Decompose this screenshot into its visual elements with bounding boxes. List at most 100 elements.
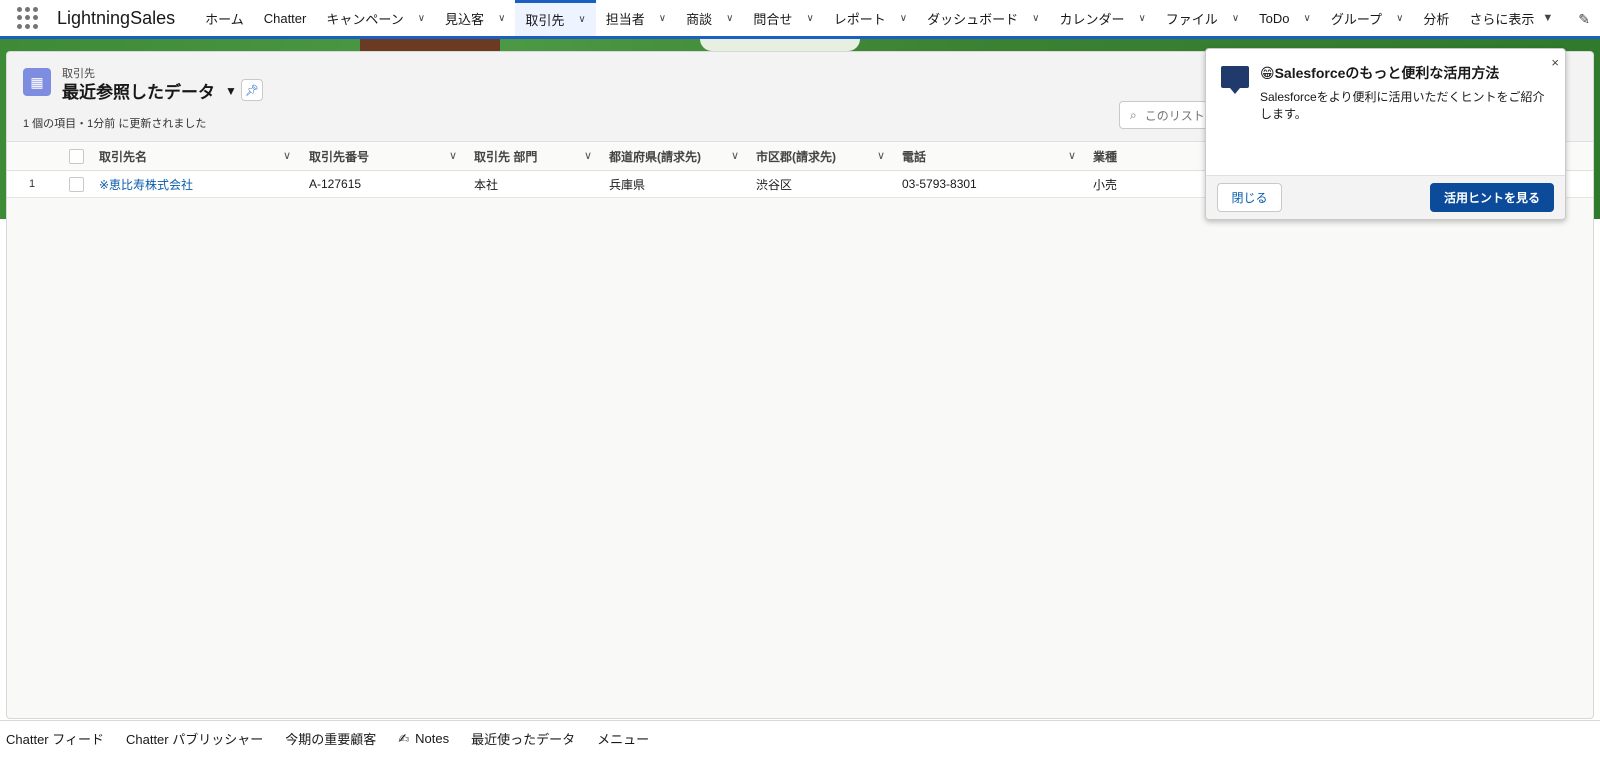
utility-menu[interactable]: メニュー	[597, 729, 649, 748]
close-button[interactable]: 閉じる	[1217, 183, 1282, 212]
phone-cell: 03-5793-8301	[902, 177, 977, 191]
hints-popover: × 😁Salesforceのもっと便利な活用方法 Salesforceをより便利…	[1205, 48, 1566, 220]
chevron-down-icon[interactable]: ∨	[578, 14, 585, 25]
chevron-down-icon[interactable]: ∨	[283, 149, 291, 162]
chevron-down-icon[interactable]: ∨	[806, 13, 813, 24]
nav-tab-reports[interactable]: レポート ∨	[824, 0, 917, 36]
row-number: 1	[29, 178, 36, 190]
nav-tab-label: レポート	[833, 11, 886, 27]
nav-tab-campaigns[interactable]: キャンペーン ∨	[316, 0, 435, 36]
banner-decoration	[700, 39, 860, 51]
nav-tab-label: 取引先	[525, 13, 565, 28]
chevron-down-icon[interactable]: ∨	[1032, 13, 1039, 24]
pin-icon: 📌︎	[245, 84, 259, 97]
utility-chatter-publisher[interactable]: Chatter パブリッシャー	[126, 729, 263, 748]
list-view-meta: 1 個の項目・1分前 に更新されました	[23, 118, 207, 130]
city-cell: 渋谷区	[756, 177, 793, 192]
column-header-division[interactable]: 取引先 部門	[474, 142, 537, 170]
chevron-down-icon[interactable]: ∨	[659, 13, 666, 24]
list-search-input[interactable]: ⌕ このリスト	[1119, 101, 1219, 129]
utility-label: メニュー	[597, 732, 650, 747]
utility-label: Notes	[415, 731, 450, 746]
column-header-account-name[interactable]: 取引先名	[99, 142, 147, 170]
search-placeholder: このリスト	[1144, 108, 1205, 123]
chevron-down-icon[interactable]: ∨	[584, 149, 592, 162]
nav-tab-home[interactable]: ホーム	[195, 0, 254, 36]
nav-tab-label: ToDo	[1259, 10, 1290, 26]
chevron-down-icon[interactable]: ∨	[1068, 149, 1076, 162]
utility-key-customers[interactable]: 今期の重要顧客	[285, 729, 376, 748]
chevron-down-icon[interactable]: ∨	[900, 13, 907, 24]
row-checkbox[interactable]	[69, 176, 84, 192]
column-header-city[interactable]: 市区郡(請求先)	[756, 142, 836, 170]
utility-label: 最近使ったデータ	[471, 732, 576, 747]
nav-tab-groups[interactable]: グループ ∨	[1321, 0, 1414, 36]
caret-down-icon: ▼	[1542, 12, 1554, 24]
chevron-down-icon[interactable]: ∨	[726, 13, 733, 24]
list-view-title: 最近参照したデータ	[62, 83, 215, 102]
chevron-down-icon[interactable]: ∨	[1396, 13, 1403, 24]
industry-cell: 小売	[1093, 177, 1118, 192]
column-header-prefecture[interactable]: 都道府県(請求先)	[609, 142, 701, 170]
nav-tab-cases[interactable]: 問合せ ∨	[743, 0, 823, 36]
utility-notes[interactable]: ✍ Notes	[398, 731, 449, 747]
column-label: 取引先 部門	[474, 149, 538, 164]
column-label: 取引先番号	[309, 149, 370, 164]
nav-tab-label: ダッシュボード	[927, 11, 1019, 27]
utility-label: Chatter パブリッシャー	[125, 732, 264, 747]
chevron-down-icon[interactable]: ∨	[1232, 13, 1239, 24]
pin-list-view-button[interactable]: 📌︎	[241, 79, 263, 101]
nav-tab-label: 担当者	[605, 11, 645, 27]
column-label: 市区郡(請求先)	[756, 149, 836, 164]
caret-down-icon[interactable]: ▼	[225, 84, 237, 98]
nav-tab-opportunities[interactable]: 商談 ∨	[676, 0, 743, 36]
select-all-checkbox[interactable]	[69, 148, 84, 164]
nav-more-label: さらに表示	[1469, 11, 1535, 27]
nav-tab-label: カレンダー	[1059, 11, 1125, 27]
nav-tab-calendar[interactable]: カレンダー ∨	[1049, 0, 1155, 36]
chevron-down-icon[interactable]: ∨	[418, 13, 425, 24]
edit-nav-icon[interactable]: ✎	[1578, 11, 1590, 28]
nav-tab-dashboards[interactable]: ダッシュボード ∨	[917, 0, 1049, 36]
column-header-industry[interactable]: 業種	[1093, 142, 1117, 170]
chevron-down-icon[interactable]: ∨	[1304, 13, 1311, 24]
column-header-account-number[interactable]: 取引先番号	[309, 142, 369, 170]
chevron-down-icon[interactable]: ∨	[1138, 13, 1145, 24]
nav-tab-label: 商談	[686, 11, 713, 27]
app-launcher-icon[interactable]	[17, 7, 39, 29]
close-icon[interactable]: ×	[1551, 55, 1559, 70]
utility-chatter-feed[interactable]: Chatter フィード	[6, 729, 104, 748]
nav-tab-todo[interactable]: ToDo ∨	[1249, 0, 1321, 36]
utility-bar: Chatter フィード Chatter パブリッシャー 今期の重要顧客 ✍ No…	[0, 720, 1600, 756]
utility-label: 今期の重要顧客	[285, 732, 377, 747]
list-view-picker[interactable]: 最近参照したデータ ▼	[62, 78, 237, 103]
nav-tab-accounts[interactable]: 取引先 ∨	[515, 0, 596, 36]
division-cell: 本社	[474, 177, 499, 192]
chevron-down-icon[interactable]: ∨	[498, 13, 505, 24]
chat-bubble-icon	[1221, 66, 1249, 94]
chevron-down-icon[interactable]: ∨	[449, 149, 457, 162]
column-label: 取引先名	[99, 149, 148, 164]
column-header-phone[interactable]: 電話	[902, 142, 926, 170]
column-label: 電話	[902, 149, 927, 164]
nav-tab-leads[interactable]: 見込客 ∨	[435, 0, 515, 36]
select-all-cell	[69, 142, 84, 170]
view-hints-button[interactable]: 活用ヒントを見る	[1430, 183, 1554, 212]
nav-tab-label: ファイル	[1165, 11, 1218, 27]
account-name-link[interactable]: ※恵比寿株式会社	[99, 171, 193, 197]
nav-tab-chatter[interactable]: Chatter	[254, 0, 317, 36]
nav-tab-label: 問合せ	[753, 11, 793, 27]
notes-icon: ✍	[398, 730, 410, 746]
nav-more-button[interactable]: さらに表示 ▼	[1459, 0, 1563, 36]
column-label: 都道府県(請求先)	[609, 149, 701, 164]
nav-tab-analytics[interactable]: 分析	[1413, 0, 1459, 36]
nav-tabs: ホーム Chatter キャンペーン ∨ 見込客 ∨ 取引先 ∨ 担当者 ∨ 商談 ∨ 問…	[195, 0, 1563, 36]
nav-tab-label: 見込客	[445, 11, 485, 27]
chevron-down-icon[interactable]: ∨	[877, 149, 885, 162]
nav-tab-contacts[interactable]: 担当者 ∨	[596, 0, 676, 36]
nav-tab-label: 分析	[1423, 11, 1450, 27]
nav-tab-files[interactable]: ファイル ∨	[1156, 0, 1249, 36]
app-name: LightningSales	[57, 7, 176, 28]
utility-recent-items[interactable]: 最近使ったデータ	[471, 729, 575, 748]
chevron-down-icon[interactable]: ∨	[731, 149, 739, 162]
